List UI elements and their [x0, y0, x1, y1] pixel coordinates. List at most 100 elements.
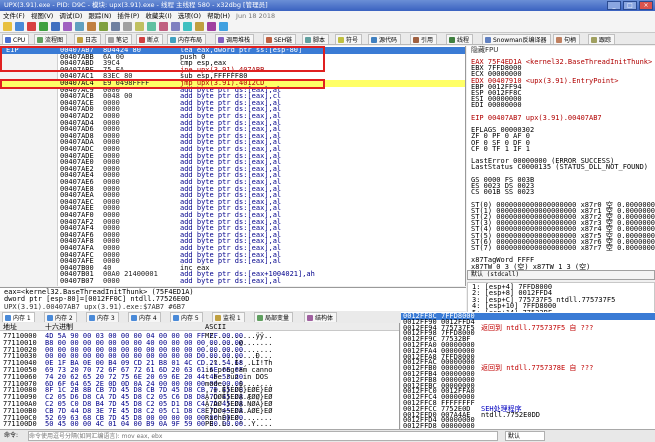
- cpu-icon: [5, 37, 11, 43]
- pause-icon[interactable]: [51, 22, 60, 31]
- watch-icon: [215, 315, 221, 321]
- dump-icon: [47, 315, 53, 321]
- stop-icon[interactable]: [27, 22, 36, 31]
- disasm-row[interactable]: 00407B07 0000 add byte ptr ds:[eax],al: [0, 277, 465, 285]
- menu-view[interactable]: 视图(V): [28, 12, 57, 20]
- notes-icon: [108, 37, 114, 43]
- tab-threads[interactable]: 线程: [446, 34, 474, 44]
- tab-dump-5[interactable]: 内存 5: [170, 312, 203, 322]
- menu-favourites[interactable]: 收藏夹(I): [142, 12, 175, 20]
- command-mode-select[interactable]: 默认: [505, 431, 545, 441]
- patch-icon[interactable]: [147, 22, 156, 31]
- hex-dump-view[interactable]: 地址 十六进制 ASCII 77110000 4D 5A 90 00 03 00 …: [0, 323, 400, 429]
- menu-bar: 文件(F) 视图(V) 调试(D) 跟踪(N) 插件(P) 收藏夹(I) 选项(O) 帮助(H…: [0, 11, 655, 21]
- register-line[interactable]: CS 001B SS 0023: [471, 189, 534, 196]
- menu-file[interactable]: 文件(F): [0, 12, 28, 20]
- menu-debug[interactable]: 调试(D): [56, 12, 85, 20]
- dump-header: 地址 十六进制 ASCII: [0, 323, 399, 331]
- disassembly-view[interactable]: 00407AB7 8D4424 80 lea eax,dword ptr ss:[e…: [0, 46, 466, 286]
- close-button[interactable]: ×: [639, 1, 653, 10]
- menu-plugins[interactable]: 插件(P): [114, 12, 142, 20]
- tab-memory-map[interactable]: 内存布局: [167, 34, 207, 44]
- info-line: dword ptr [esp-80]=[0012FF0C] ntdll.7752…: [4, 295, 190, 303]
- tab-dump-3[interactable]: 内存 3: [86, 312, 119, 322]
- calculator-icon[interactable]: [219, 22, 228, 31]
- tab-handles[interactable]: 句柄: [553, 34, 581, 44]
- tab-dump-1[interactable]: 内存 1: [2, 312, 35, 322]
- tab-watch-1[interactable]: 监视 1: [212, 312, 245, 322]
- disasm-instruction: add byte ptr ds:[eax],al: [180, 277, 282, 285]
- dump-icon: [5, 315, 11, 321]
- register-line[interactable]: LastStatus C0000135 (STATUS_DLL_NOT_FOUN…: [471, 164, 648, 171]
- open-icon[interactable]: [3, 22, 12, 31]
- script-icon: [305, 37, 311, 43]
- stack-view[interactable]: 0012FF8C 7FFD8000 0012FF90 0012FFD4 0012FF94…: [401, 312, 655, 429]
- command-bar: 命令: 默认 已暂停: [0, 429, 655, 442]
- restart-icon[interactable]: [15, 22, 24, 31]
- disasm-address: 00407B07: [60, 277, 94, 285]
- maximize-button[interactable]: □: [623, 1, 637, 10]
- command-input[interactable]: [28, 431, 498, 441]
- callstack-icon: [218, 37, 224, 43]
- trace-into-icon[interactable]: [87, 22, 96, 31]
- tab-log[interactable]: 日志: [74, 34, 102, 44]
- locals-icon: [257, 315, 263, 321]
- labels-icon[interactable]: [171, 22, 180, 31]
- register-line[interactable]: EDI 00000000: [471, 102, 522, 109]
- tab-cpu[interactable]: CPU: [2, 34, 30, 44]
- tab-locals[interactable]: 局部变量: [254, 312, 294, 322]
- tab-symbols[interactable]: 符号: [335, 34, 363, 44]
- arguments-panel[interactable]: 1: [esp+4] 7FFD8000 2: [esp+8] 0012FFD4 3:…: [467, 282, 655, 316]
- dump-header-addr: 地址: [3, 323, 17, 331]
- graph-icon: [37, 37, 43, 43]
- step-over-icon[interactable]: [75, 22, 84, 31]
- execute-till-user-code-icon[interactable]: [123, 22, 132, 31]
- build-date: Jun 18 2018: [236, 12, 276, 20]
- register-line[interactable]: EIP 00407AB7 upx(3.91).00407AB7: [471, 114, 602, 122]
- register-line[interactable]: CF 0 TF 1 IF 1: [471, 145, 530, 153]
- register-line[interactable]: ST(7) 0000000000000000000 x87r7 空 0.0000…: [471, 245, 655, 252]
- hide-fpu-toggle[interactable]: 隐藏FPU: [471, 47, 498, 54]
- dump-icon: [173, 315, 179, 321]
- tab-trace[interactable]: 跟踪: [588, 34, 616, 44]
- tab-dump-4[interactable]: 内存 4: [128, 312, 161, 322]
- dump-row[interactable]: 771100D0 50 45 00 00 4C 01 04 00 B9 0A 9F…: [0, 420, 399, 429]
- menu-trace[interactable]: 跟踪(N): [85, 12, 114, 20]
- tab-call-stack[interactable]: 调用堆栈: [215, 34, 255, 44]
- window-title-bar: UPX(3.91).exe - PID: D9C - 模块: upx(3.91)…: [0, 0, 655, 11]
- tab-breakpoints[interactable]: 断点: [136, 34, 164, 44]
- bookmarks-icon[interactable]: [183, 22, 192, 31]
- tab-references[interactable]: 引用: [410, 34, 438, 44]
- step-into-icon[interactable]: [63, 22, 72, 31]
- seh-icon: [266, 37, 272, 43]
- tab-notes[interactable]: 笔记: [105, 34, 133, 44]
- menu-options[interactable]: 选项(O): [175, 12, 204, 20]
- snowman-icon: [485, 37, 491, 43]
- toolbar: [0, 21, 655, 33]
- tab-dump-2[interactable]: 内存 2: [44, 312, 77, 322]
- tab-snowman[interactable]: Snowman反编译器: [482, 34, 551, 44]
- tab-script[interactable]: 脚本: [302, 34, 330, 44]
- dump-header-ascii: ASCII: [205, 323, 227, 331]
- settings-icon[interactable]: [207, 22, 216, 31]
- tab-graph[interactable]: 流程图: [34, 34, 68, 44]
- menu-help[interactable]: 帮助(H): [204, 12, 233, 20]
- dump-ascii: PE..L...¹..Y....: [205, 420, 273, 429]
- tab-bar: CPU 流程图 日志 笔记 断点 内存布局 调用堆栈 SEH链 脚本 符号 源代…: [0, 33, 655, 45]
- tab-source[interactable]: 源代码: [368, 34, 402, 44]
- tab-seh[interactable]: SEH链: [263, 34, 297, 44]
- tab-struct[interactable]: 结构体: [304, 312, 338, 322]
- run-icon[interactable]: [39, 22, 48, 31]
- scylla-icon[interactable]: [135, 22, 144, 31]
- struct-icon: [307, 315, 313, 321]
- info-line: UPX(3.91).00407AB7 upx(3.91).exe:$7AB7 #…: [4, 303, 186, 311]
- minimize-button[interactable]: _: [607, 1, 621, 10]
- comments-icon[interactable]: [159, 22, 168, 31]
- calling-convention-select[interactable]: 默认 (stdcall): [467, 270, 655, 280]
- registers-panel[interactable]: 隐藏FPU EAX 75F4ED1A <kernel32.BaseThreadI…: [467, 46, 655, 270]
- execute-till-return-icon[interactable]: [111, 22, 120, 31]
- symbols-icon: [338, 37, 344, 43]
- handles-icon: [556, 37, 562, 43]
- functions-icon[interactable]: [195, 22, 204, 31]
- trace-over-icon[interactable]: [99, 22, 108, 31]
